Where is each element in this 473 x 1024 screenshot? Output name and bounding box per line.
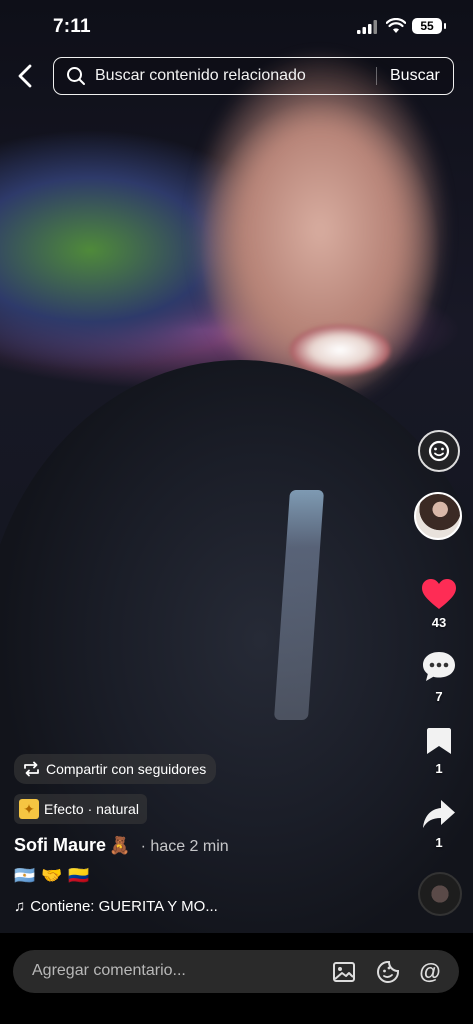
- username[interactable]: Sofi Maure: [14, 835, 106, 855]
- image-icon[interactable]: [332, 960, 356, 984]
- sparkle-icon: ✦: [19, 799, 39, 819]
- music-info[interactable]: ♫ Contiene: GUERITA Y MO...: [14, 898, 218, 915]
- share-with-followers-button[interactable]: Compartir con seguidores: [14, 754, 217, 784]
- like-count: 43: [431, 615, 447, 630]
- face-scan-icon: [428, 440, 450, 462]
- effect-tag[interactable]: ✦ Efecto · natural: [14, 794, 147, 824]
- post-timestamp: · hace 2 min: [140, 838, 229, 855]
- effect-label: Efecto · natural: [44, 801, 139, 817]
- save-count: 1: [435, 761, 443, 776]
- creator-avatar[interactable]: [414, 492, 462, 540]
- music-label: Contiene: GUERITA Y MO...: [30, 898, 218, 915]
- mention-icon[interactable]: @: [418, 960, 442, 984]
- status-time: 7:11: [53, 16, 91, 37]
- search-bar[interactable]: Buscar contenido relacionado Buscar: [53, 57, 454, 95]
- caption: 🇦🇷🤝🇨🇴: [14, 866, 96, 885]
- share-arrow-icon: [423, 800, 455, 828]
- battery-icon: 55: [412, 18, 446, 34]
- music-disc-avatar[interactable]: [418, 872, 462, 916]
- video-frame-detail: [290, 325, 390, 375]
- music-note-icon: ♫: [14, 898, 26, 915]
- wifi-icon: [386, 18, 406, 33]
- emoji-sticker-icon[interactable]: [376, 960, 400, 984]
- heart-icon: [422, 579, 456, 609]
- signal-icon: [357, 20, 377, 34]
- author-row: Sofi Maure 🧸 · hace 2 min: [14, 835, 229, 856]
- like-button[interactable]: 43: [418, 578, 460, 630]
- username-emoji: 🧸: [109, 836, 131, 855]
- status-bar: 7:11 55: [0, 0, 473, 52]
- comment-input[interactable]: Agregar comentario... @: [13, 950, 459, 993]
- search-divider: [376, 67, 377, 85]
- share-button[interactable]: 1: [418, 798, 460, 850]
- comment-button[interactable]: 7: [418, 650, 460, 704]
- back-arrow-icon[interactable]: [14, 62, 38, 90]
- comment-bubble-icon: [423, 652, 455, 681]
- search-button[interactable]: Buscar: [390, 67, 440, 85]
- ai-assistant-button[interactable]: [418, 430, 460, 472]
- share-with-followers-label: Compartir con seguidores: [46, 761, 207, 777]
- comment-count: 7: [435, 689, 443, 704]
- share-count: 1: [435, 835, 443, 850]
- comment-bar: Agregar comentario... @: [0, 933, 473, 1024]
- search-icon: [67, 67, 85, 85]
- comment-placeholder: Agregar comentario...: [32, 962, 186, 979]
- bookmark-icon: [427, 728, 451, 754]
- repost-icon: [24, 761, 39, 777]
- save-button[interactable]: 1: [418, 726, 460, 776]
- search-input[interactable]: Buscar contenido relacionado: [95, 67, 306, 85]
